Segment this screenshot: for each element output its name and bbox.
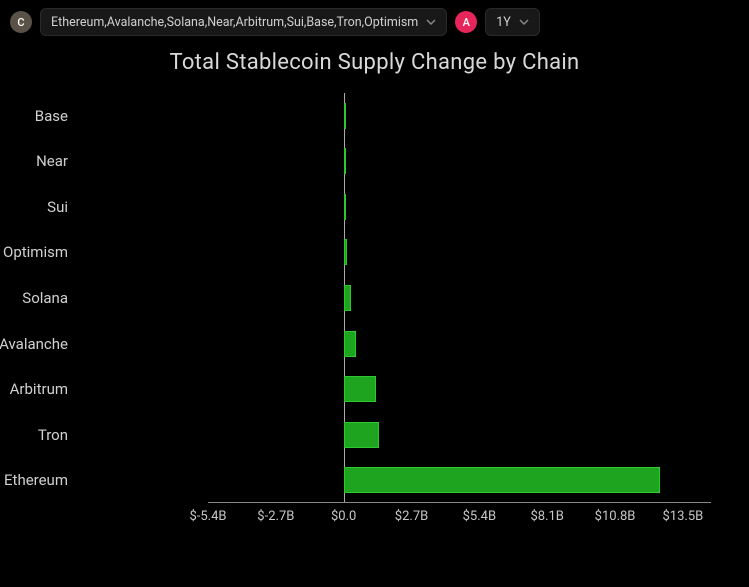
y-axis-labels: BaseNearSuiOptimismSolanaAvalancheArbitr… xyxy=(78,93,198,503)
bar[interactable] xyxy=(344,422,379,448)
x-axis-tick: $-5.4B xyxy=(189,509,226,524)
bar[interactable] xyxy=(344,103,346,129)
y-axis-label: Base xyxy=(0,107,68,125)
chevron-down-icon xyxy=(426,17,436,27)
y-axis-label: Near xyxy=(0,152,68,170)
badge-a: A xyxy=(455,11,477,33)
bar[interactable] xyxy=(344,331,357,357)
toolbar: C Ethereum,Avalanche,Solana,Near,Arbitru… xyxy=(0,0,749,44)
x-axis-tick: $13.5B xyxy=(662,509,703,524)
badge-c: C xyxy=(10,11,32,33)
y-axis-label: Sui xyxy=(0,198,68,216)
chains-dropdown[interactable]: Ethereum,Avalanche,Solana,Near,Arbitrum,… xyxy=(40,8,447,36)
chevron-down-icon xyxy=(519,17,529,27)
bar[interactable] xyxy=(344,194,346,220)
chains-dropdown-text: Ethereum,Avalanche,Solana,Near,Arbitrum,… xyxy=(51,15,418,30)
bar[interactable] xyxy=(344,467,661,493)
y-axis-label: Optimism xyxy=(0,243,68,261)
y-axis-label: Arbitrum xyxy=(0,380,68,398)
bars-area xyxy=(208,93,711,503)
x-axis: $-5.4B$-2.7B$0.0$2.7B$5.4B$8.1B$10.8B$13… xyxy=(208,503,711,533)
x-axis-tick: $-2.7B xyxy=(257,509,294,524)
bar[interactable] xyxy=(344,285,352,311)
bar[interactable] xyxy=(344,148,346,174)
range-dropdown-text: 1Y xyxy=(496,15,511,30)
chart-title: Total Stablecoin Supply Change by Chain xyxy=(28,50,721,75)
bar[interactable] xyxy=(344,376,377,402)
range-dropdown[interactable]: 1Y xyxy=(485,8,540,36)
x-axis-tick: $2.7B xyxy=(395,509,428,524)
chart-container: Total Stablecoin Supply Change by Chain … xyxy=(0,44,749,553)
x-axis-tick: $0.0 xyxy=(331,509,356,524)
y-axis-label: Solana xyxy=(0,289,68,307)
y-axis-label: Tron xyxy=(0,426,68,444)
chart-plot: BaseNearSuiOptimismSolanaAvalancheArbitr… xyxy=(88,93,711,533)
x-axis-tick: $10.8B xyxy=(595,509,636,524)
x-axis-tick: $5.4B xyxy=(463,509,496,524)
bar[interactable] xyxy=(344,239,348,265)
x-axis-tick: $8.1B xyxy=(530,509,563,524)
y-axis-label: Ethereum xyxy=(0,471,68,489)
y-axis-label: Avalanche xyxy=(0,335,68,353)
